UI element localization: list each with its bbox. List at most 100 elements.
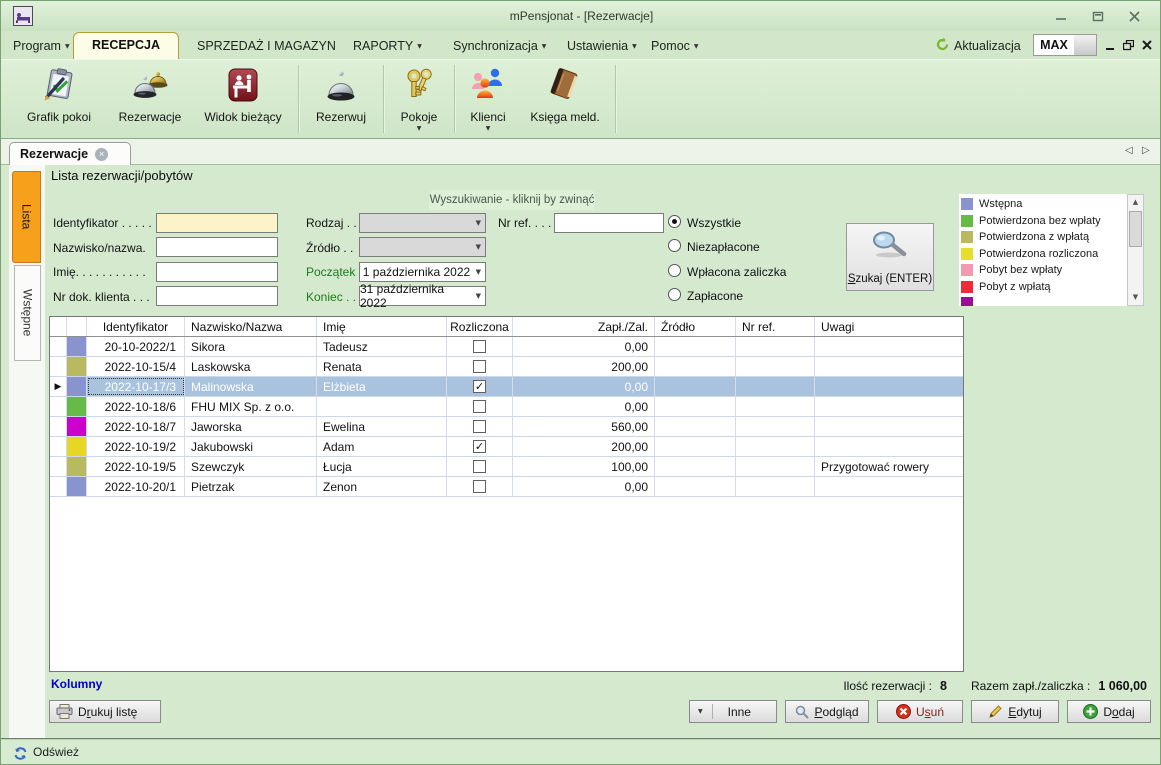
imie-input[interactable] [156, 262, 278, 282]
drukuj-liste-button[interactable]: Drukuj listę [49, 700, 161, 723]
tab-close-icon[interactable]: × [95, 148, 108, 161]
nazwisko-input[interactable] [156, 237, 278, 257]
radio-zaplacone[interactable] [668, 288, 681, 301]
legend-item-label: Potwierdzona z wpłatą [979, 231, 1089, 243]
menu-tab-recepcja[interactable]: RECEPCJA [73, 32, 179, 59]
max-toggle[interactable]: MAX [1033, 34, 1097, 56]
row-marker-cell [50, 357, 67, 376]
close-button[interactable] [1121, 7, 1147, 25]
kolumny-link[interactable]: Kolumny [51, 677, 102, 691]
cell-zrodlo [655, 377, 736, 396]
row-marker-cell [50, 417, 67, 436]
nr-dok-klienta-input[interactable] [156, 286, 278, 306]
scroll-up-icon[interactable]: ▲ [1128, 195, 1143, 210]
table-row[interactable]: 2022-10-20/1 Pietrzak Zenon 0,00 [50, 477, 963, 497]
cell-zrodlo [655, 337, 736, 356]
edytuj-button[interactable]: Edytuj [971, 700, 1059, 723]
tab-scroll-left-icon[interactable]: ◁ [1125, 145, 1133, 156]
table-row[interactable]: ▶ 2022-10-17/3 Malinowska Elżbieta 0,00 [50, 377, 963, 397]
mdi-close-button[interactable] [1139, 38, 1155, 52]
cell-imie: Adam [317, 437, 447, 456]
toolbar-klienci-button[interactable]: Klienci ▼ [458, 60, 518, 138]
cell-nr-ref [736, 437, 815, 456]
window-title: mPensjonat - [Rezerwacje] [1, 1, 1161, 31]
rozliczona-checkbox[interactable] [473, 360, 486, 373]
side-tab-lista[interactable]: Lista [12, 171, 41, 263]
document-tab-strip: Rezerwacje × ◁ ▷ [1, 139, 1161, 165]
header-zrodlo[interactable]: Źródło [655, 317, 736, 336]
header-imie[interactable]: Imię [317, 317, 447, 336]
toolbar-rezerwacje-button[interactable]: Rezerwacje [109, 60, 191, 138]
szukaj-button[interactable]: Szukaj (ENTER) [846, 223, 934, 291]
dodaj-label: Dodaj [1103, 705, 1134, 719]
scroll-down-icon[interactable]: ▼ [1128, 290, 1143, 305]
radio-wszystkie[interactable] [668, 215, 681, 228]
mdi-restore-button[interactable] [1120, 38, 1136, 52]
header-rozliczona[interactable]: Rozliczona [447, 317, 513, 336]
zrodlo-select[interactable]: ▼ [359, 237, 486, 257]
table-row[interactable]: 2022-10-15/4 Laskowska Renata 200,00 [50, 357, 963, 377]
inne-button[interactable]: ▼ Inne [689, 700, 777, 723]
tab-rezerwacje[interactable]: Rezerwacje × [9, 142, 131, 165]
menu-synchronizacja[interactable]: Synchronizacja▼ [453, 39, 546, 53]
rodzaj-select[interactable]: ▼ [359, 213, 486, 233]
cell-zrodlo [655, 357, 736, 376]
menu-raporty[interactable]: RAPORTY▼ [353, 39, 422, 53]
odswiez-label[interactable]: Odśwież [33, 745, 79, 759]
legend-color-chip [961, 281, 973, 293]
header-uwagi[interactable]: Uwagi [815, 317, 963, 336]
menu-pomoc[interactable]: Pomoc▼ [651, 39, 699, 53]
rozliczona-checkbox[interactable] [473, 340, 486, 353]
header-nr-ref[interactable]: Nr ref. [736, 317, 815, 336]
cell-zrodlo [655, 477, 736, 496]
toolbar-grafik-pokoi-button[interactable]: Grafik pokoi [9, 60, 109, 138]
table-row[interactable]: 2022-10-19/2 Jakubowski Adam 200,00 [50, 437, 963, 457]
menu-ustawienia[interactable]: Ustawienia▼ [567, 39, 637, 53]
menu-program[interactable]: Program▼ [13, 39, 70, 53]
table-row[interactable]: 2022-10-18/7 Jaworska Ewelina 560,00 [50, 417, 963, 437]
cell-imie: Łucja [317, 457, 447, 476]
menu-sprzedaz[interactable]: SPRZEDAŻ I MAGAZYN [197, 39, 336, 53]
nr-ref-input[interactable] [554, 213, 664, 233]
restore-button[interactable] [1085, 7, 1111, 25]
update-refresh-icon[interactable] [935, 37, 950, 55]
tab-scroll-right-icon[interactable]: ▷ [1142, 145, 1150, 156]
rozliczona-checkbox[interactable] [473, 420, 486, 433]
toolbar-pokoje-button[interactable]: Pokoje ▼ [387, 60, 451, 138]
rozliczona-checkbox[interactable] [473, 400, 486, 413]
mdi-minimize-button[interactable] [1102, 38, 1118, 52]
toolbar-rezerwuj-button[interactable]: Rezerwuj [302, 60, 380, 138]
rozliczona-checkbox[interactable] [473, 380, 486, 393]
side-tab-wstepne[interactable]: Wstępne [14, 265, 41, 361]
minimize-button[interactable] [1048, 7, 1074, 25]
radio-niezaplacone[interactable] [668, 239, 681, 252]
rozliczona-checkbox[interactable] [473, 440, 486, 453]
usun-button[interactable]: Usuń [877, 700, 963, 723]
search-collapse-header[interactable]: Wyszukiwanie - kliknij by zwinąć [429, 190, 595, 210]
content-area: Lista Wstępne Lista rezerwacji/pobytów W… [1, 165, 1161, 739]
refresh-icon[interactable] [13, 746, 28, 764]
row-marker-cell: ▶ [50, 377, 67, 396]
toolbar-ksiega-meld-button[interactable]: Księga meld. [518, 60, 612, 138]
rozliczona-checkbox[interactable] [473, 460, 486, 473]
poczatek-date-select[interactable]: 1 października 2022▼ [359, 262, 486, 282]
toolbar-widok-biezacy-button[interactable]: Widok bieżący [191, 60, 295, 138]
header-nazwisko[interactable]: Nazwisko/Nazwa [185, 317, 317, 336]
radio-wplacona-zaliczka[interactable] [668, 264, 681, 277]
rozliczona-checkbox[interactable] [473, 480, 486, 493]
scrollbar-thumb[interactable] [1129, 211, 1142, 247]
table-row[interactable]: 2022-10-18/6 FHU MIX Sp. z o.o. 0,00 [50, 397, 963, 417]
legend-scrollbar[interactable]: ▲ ▼ [1127, 194, 1144, 306]
table-row[interactable]: 20-10-2022/1 Sikora Tadeusz 0,00 [50, 337, 963, 357]
identyfikator-input[interactable] [156, 213, 278, 233]
dodaj-button[interactable]: Dodaj [1067, 700, 1151, 723]
koniec-date-select[interactable]: 31 października 2022▼ [359, 286, 486, 306]
update-label[interactable]: Aktualizacja [954, 39, 1021, 53]
cell-identyfikator: 2022-10-18/6 [87, 397, 185, 416]
cell-nazwisko: Laskowska [185, 357, 317, 376]
row-marker-cell [50, 397, 67, 416]
table-row[interactable]: 2022-10-19/5 Szewczyk Łucja 100,00 Przyg… [50, 457, 963, 477]
podglad-button[interactable]: Podgląd [785, 700, 869, 723]
header-zapl-zal[interactable]: Zapł./Zal. [513, 317, 655, 336]
header-identyfikator[interactable]: Identyfikator [87, 317, 185, 336]
